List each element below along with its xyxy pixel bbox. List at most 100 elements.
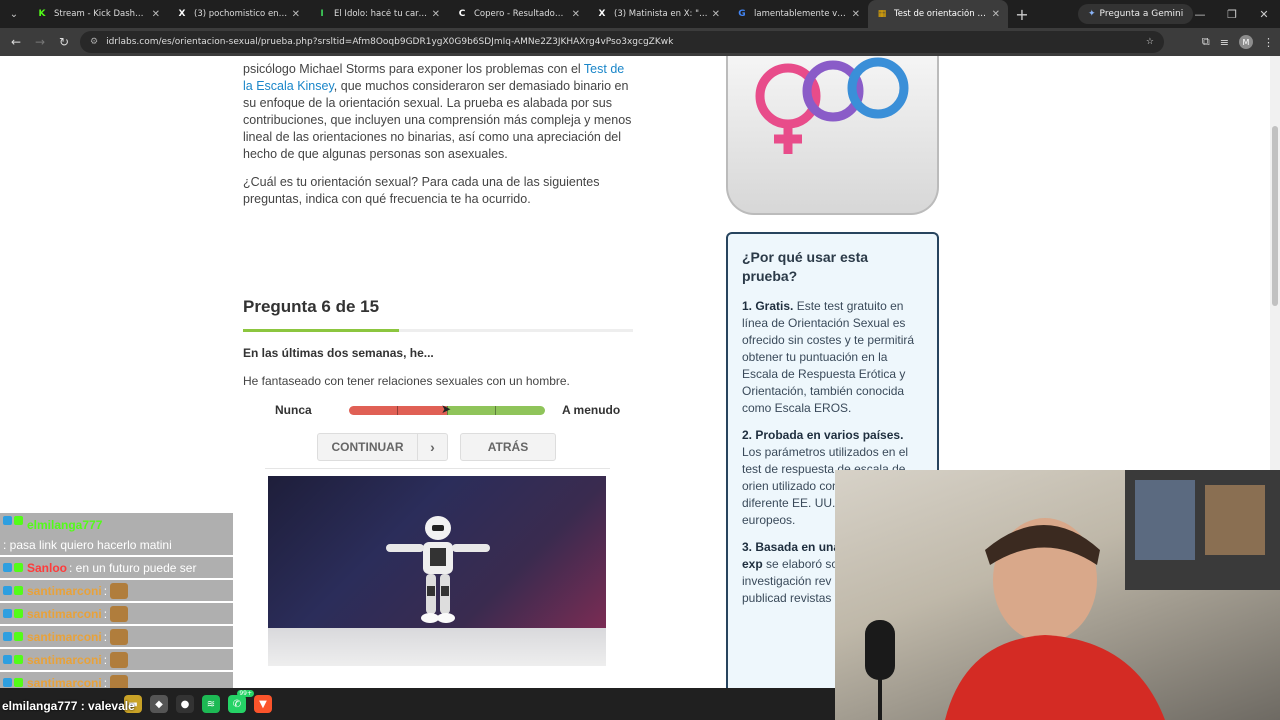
eros-logo-image: [726, 56, 939, 215]
tab-title: Copero - Resultados, estad...: [474, 9, 568, 19]
toolbar-icons: ⧉ ≡ M ⋮: [1202, 28, 1274, 56]
back-arrow-icon[interactable]: ←: [4, 28, 28, 56]
tab-title: lamentablemente verdade...: [754, 9, 848, 19]
tab-title: (3) Matinista en X: "matin...: [614, 9, 708, 19]
copero-icon: C: [458, 9, 466, 19]
slider-tick: [495, 406, 496, 415]
close-tab-icon[interactable]: ✕: [432, 9, 440, 20]
close-window-icon[interactable]: ✕: [1248, 0, 1280, 28]
site-info-icon[interactable]: ⚙: [90, 37, 98, 47]
chat-username[interactable]: santimarconi: [27, 653, 102, 667]
back-button[interactable]: ATRÁS: [460, 433, 556, 461]
tab-6[interactable]: Glamentablemente verdade... ✕: [728, 0, 868, 28]
verified-badge-icon: [3, 678, 12, 687]
menu-icon[interactable]: ⋮: [1263, 36, 1274, 49]
emote-icon: [110, 628, 129, 645]
reload-icon[interactable]: ↻: [52, 28, 76, 56]
notification-badge: 99+: [237, 690, 254, 697]
x-icon: X: [178, 9, 186, 19]
sub-badge-icon: [14, 563, 23, 572]
tab-1[interactable]: K Stream - Kick Dashboard ✕: [28, 0, 168, 28]
chat-message: elmilanga777: pasa link quiero hacerlo m…: [0, 513, 233, 555]
robot-figure: [386, 516, 490, 623]
sub-badge-icon: [14, 632, 23, 641]
tab-4[interactable]: C Copero - Resultados, estad... ✕: [448, 0, 588, 28]
profile-avatar[interactable]: M: [1239, 35, 1253, 49]
continue-label: CONTINUAR: [331, 440, 404, 454]
question-text: He fantaseado con tener relaciones sexua…: [243, 374, 570, 388]
close-tab-icon[interactable]: ✕: [992, 9, 1000, 20]
chat-text: :: [103, 629, 108, 644]
divider: [265, 468, 610, 469]
app-icon[interactable]: ◆: [150, 695, 168, 713]
back-label: ATRÁS: [487, 440, 529, 454]
browser-toolbar: ← → ↻ ⚙ idrlabs.com/es/orientacion-sexua…: [0, 28, 1280, 56]
chat-username[interactable]: santimarconi: [27, 630, 102, 644]
chat-last-message: elmilanga777 : valevale: [2, 699, 135, 713]
spotify-icon[interactable]: ≋: [202, 695, 220, 713]
chat-username[interactable]: elmilanga777: [27, 516, 102, 534]
emote-icon: [110, 605, 129, 622]
window-controls: — ❐ ✕: [1184, 0, 1280, 28]
forward-arrow-icon[interactable]: →: [28, 28, 52, 56]
google-icon: G: [738, 9, 746, 19]
stream-chat-overlay: elmilanga777: pasa link quiero hacerlo m…: [0, 513, 233, 693]
tab-title: El Ídolo: hacé tu carrera en...: [334, 9, 428, 19]
chat-username[interactable]: santimarconi: [27, 607, 102, 621]
obs-icon[interactable]: ●: [176, 695, 194, 713]
question-title: Pregunta 6 de 15: [243, 297, 380, 316]
why-point-title: 2. Probada en varios países.: [742, 428, 904, 442]
minimize-icon[interactable]: —: [1184, 0, 1216, 28]
mouse-cursor-icon: ➤: [441, 402, 452, 416]
chat-username[interactable]: Sanloo: [27, 561, 67, 575]
intro-paragraph: psicólogo Michael Storms para exponer lo…: [243, 61, 633, 163]
sub-badge-icon: [14, 516, 23, 525]
continue-button[interactable]: CONTINUAR ›: [317, 433, 448, 461]
chat-text: :: [103, 652, 108, 667]
chat-message: santimarconi:: [0, 580, 233, 601]
progress-fill: [243, 329, 399, 332]
scale-min-label: Nunca: [275, 403, 312, 417]
slider-right-segment[interactable]: [447, 406, 545, 415]
close-tab-icon[interactable]: ✕: [852, 9, 860, 20]
question-subtitle: En las últimas dos semanas, he...: [243, 346, 434, 360]
address-bar[interactable]: ⚙ idrlabs.com/es/orientacion-sexual/prue…: [80, 31, 1164, 53]
close-tab-icon[interactable]: ✕: [292, 9, 300, 20]
verified-badge-icon: [3, 586, 12, 595]
gemini-icon: ✦: [1088, 9, 1096, 19]
tab-7[interactable]: ▦ Test de orientación sexual ✕: [868, 0, 1008, 28]
verified-badge-icon: [3, 609, 12, 618]
new-tab-button[interactable]: +: [1008, 5, 1036, 24]
question-progress-bar: [243, 329, 633, 332]
scale-max-label: A menudo: [562, 403, 621, 417]
gender-symbols-icon: [755, 57, 909, 154]
webcam-overlay: [835, 470, 1280, 720]
tab-2[interactable]: X (3) pochomistico en X: "@... ✕: [168, 0, 308, 28]
why-point-title: 1. Gratis.: [742, 299, 794, 313]
media-controls-icon[interactable]: ≡: [1220, 36, 1229, 49]
slider-left-segment[interactable]: [349, 406, 447, 415]
scrollbar-thumb[interactable]: [1272, 126, 1278, 306]
chat-text: :: [103, 606, 108, 621]
close-tab-icon[interactable]: ✕: [152, 9, 160, 20]
tab-title: (3) pochomistico en X: "@...: [194, 9, 288, 19]
gemini-button[interactable]: ✦ Pregunta a Gemini: [1078, 4, 1194, 24]
idolo-icon: I: [320, 9, 324, 19]
bookmark-star-icon[interactable]: ☆: [1146, 37, 1154, 47]
extensions-icon[interactable]: ⧉: [1202, 35, 1210, 49]
intro-text-top: psicólogo Michael Storms para exponer lo…: [243, 62, 581, 76]
tab-search-icon[interactable]: ⌄: [0, 0, 28, 28]
chevron-right-icon: ›: [417, 434, 447, 460]
streamer-figure: [865, 470, 1280, 720]
close-tab-icon[interactable]: ✕: [712, 9, 720, 20]
tab-3[interactable]: I El Ídolo: hacé tu carrera en... ✕: [308, 0, 448, 28]
sub-badge-icon: [14, 678, 23, 687]
tab-5[interactable]: X (3) Matinista en X: "matin... ✕: [588, 0, 728, 28]
chat-username[interactable]: santimarconi: [27, 584, 102, 598]
whatsapp-icon[interactable]: ✆ 99+: [228, 690, 254, 713]
tab-title: Stream - Kick Dashboard: [54, 9, 148, 19]
brave-icon[interactable]: ▼: [254, 695, 272, 713]
maximize-icon[interactable]: ❐: [1216, 0, 1248, 28]
verified-badge-icon: [3, 655, 12, 664]
close-tab-icon[interactable]: ✕: [572, 9, 580, 20]
